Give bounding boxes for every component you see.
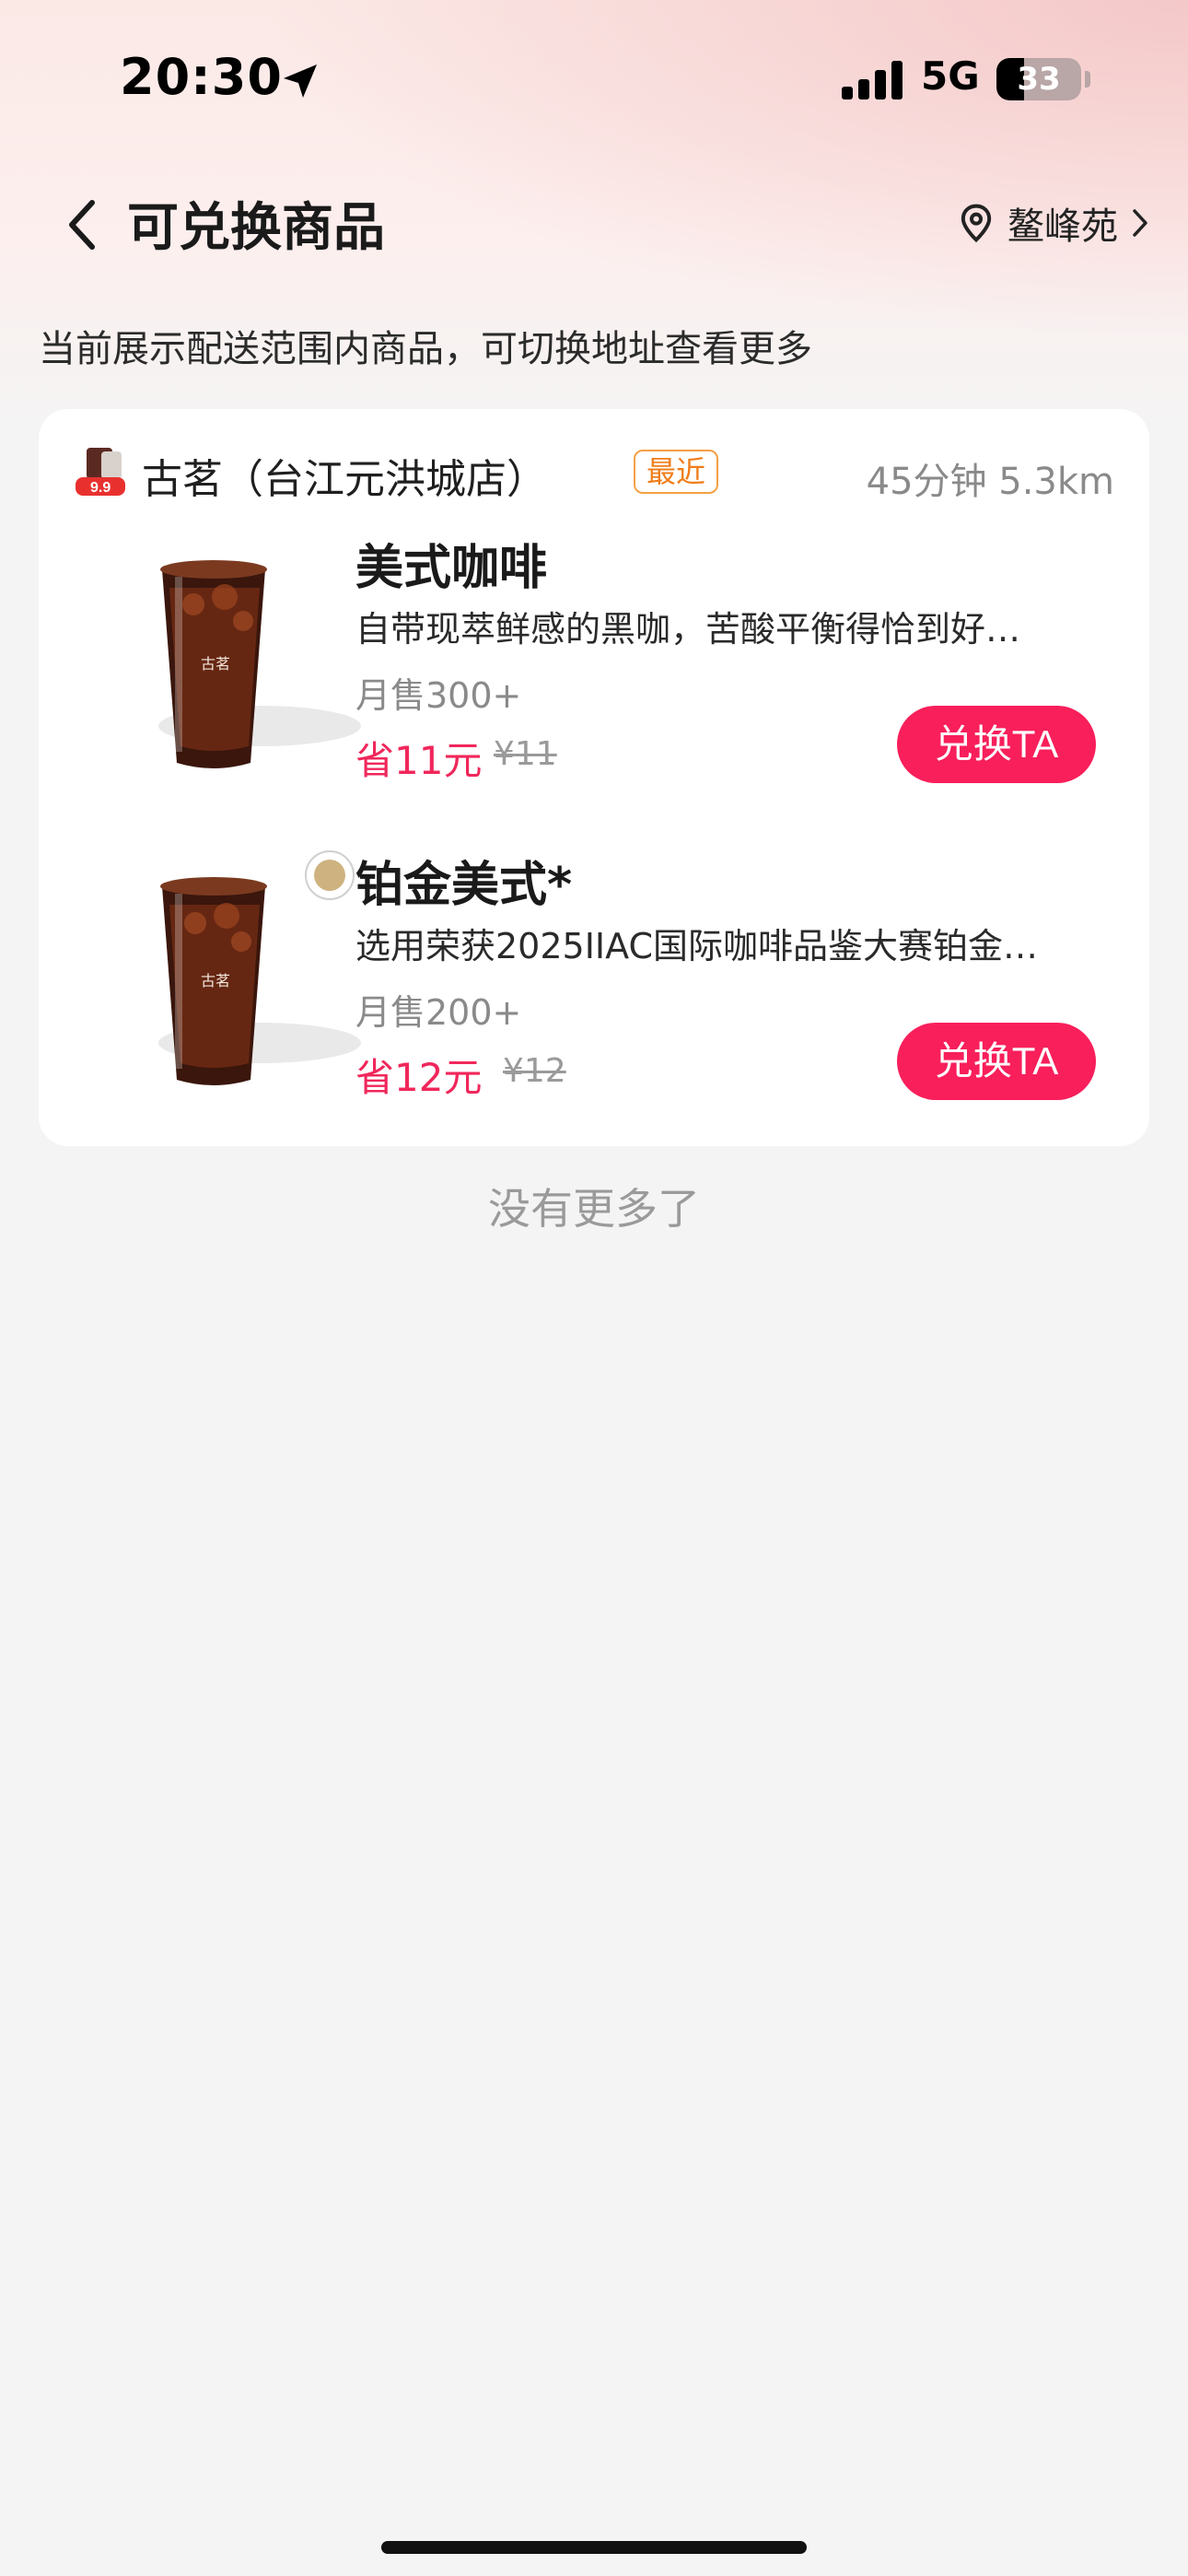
store-card: 9.9 古茗（台江元洪城店） 最近 45分钟 5.3km 古茗 美式咖啡 自带现… [39, 409, 1149, 1146]
product-saving: 省11元 [355, 738, 483, 783]
store-header[interactable]: 9.9 古茗（台江元洪城店） 最近 45分钟 5.3km [74, 442, 1114, 503]
battery-icon: 33 [996, 58, 1081, 100]
location-pin-icon [961, 204, 992, 243]
status-time: 20:30 [120, 48, 283, 106]
address-selector[interactable]: 鳌峰苑 [958, 195, 1149, 251]
product-item[interactable]: 古茗 铂金美式* 选用荣获2025IIAC国际咖啡品鉴大赛铂金… 月售200+ … [39, 846, 1149, 1122]
product-item[interactable]: 古茗 美式咖啡 自带现萃鲜感的黑咖，苦酸平衡得恰到好… 月售300+ 省11元 … [39, 529, 1149, 805]
location-arrow-icon [284, 64, 317, 98]
no-more-label: 没有更多了 [488, 1184, 700, 1234]
status-bar: 20:30 5G 33 [0, 0, 1188, 157]
address-label: 鳌峰苑 [1007, 205, 1118, 248]
redeem-button[interactable]: 兑换TA [897, 706, 1096, 783]
store-logo: 9.9 [74, 444, 127, 498]
signal-icon [842, 61, 903, 100]
product-description: 选用荣获2025IIAC国际咖啡品鉴大赛铂金… [355, 926, 1038, 966]
redeem-button[interactable]: 兑换TA [897, 1023, 1096, 1100]
product-original-price: ¥12 [503, 1052, 566, 1090]
battery-percent: 33 [1017, 61, 1061, 98]
home-indicator[interactable] [381, 2541, 807, 2554]
product-image: 古茗 [158, 560, 361, 768]
network-label: 5G [921, 53, 980, 99]
chevron-left-icon [69, 200, 95, 250]
store-distance: 45分钟 5.3km [866, 461, 1114, 503]
store-logo-text: 9.9 [90, 480, 111, 496]
chevron-right-icon [1133, 209, 1147, 237]
product-saving: 省12元 [355, 1055, 483, 1100]
product-sales: 月售200+ [355, 992, 522, 1033]
battery-cap [1085, 71, 1090, 88]
product-name: 铂金美式* [355, 858, 573, 913]
product-name: 美式咖啡 [355, 541, 548, 596]
product-description: 自带现萃鲜感的黑咖，苦酸平衡得恰到好… [355, 609, 1021, 650]
delivery-range-hint: 当前展示配送范围内商品，可切换地址查看更多 [39, 328, 812, 370]
cup-label: 古茗 [201, 972, 230, 989]
product-sales: 月售300+ [355, 675, 522, 716]
product-image: 古茗 [158, 850, 361, 1085]
back-button[interactable] [55, 193, 111, 256]
store-name: 古茗（台江元洪城店） [142, 456, 547, 503]
page-title: 可兑换商品 [127, 198, 385, 258]
product-original-price: ¥11 [494, 735, 557, 773]
recent-badge: 最近 [634, 450, 719, 494]
cup-label: 古茗 [201, 655, 230, 673]
